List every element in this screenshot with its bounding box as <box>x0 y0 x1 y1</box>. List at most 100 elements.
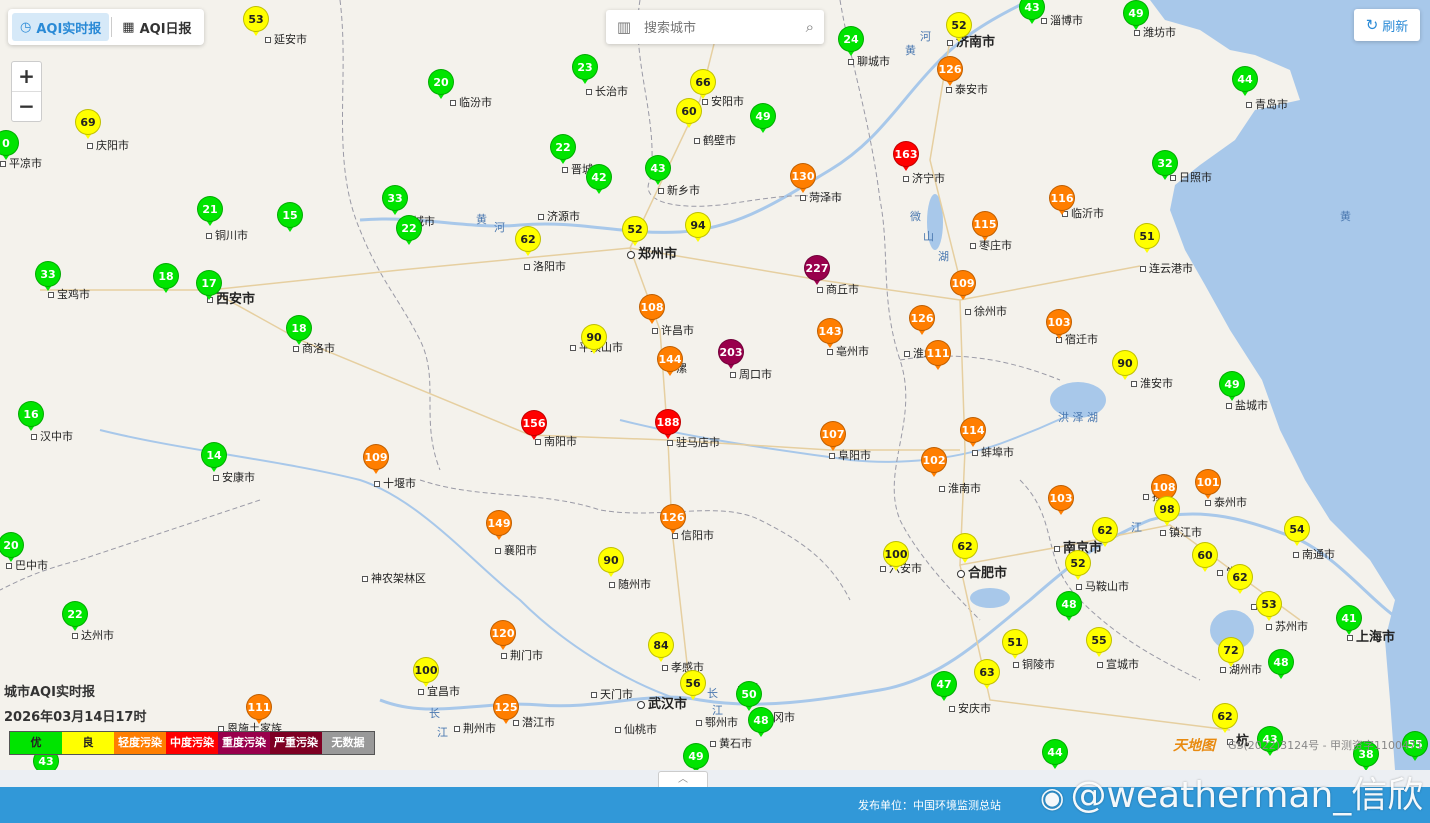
aqi-marker-light[interactable]: 126 <box>660 504 686 538</box>
aqi-marker-excellent[interactable]: 43 <box>1019 0 1045 28</box>
aqi-marker-excellent[interactable]: 48 <box>1056 591 1082 625</box>
aqi-marker-excellent[interactable]: 32 <box>1152 150 1178 184</box>
aqi-marker-excellent[interactable]: 22 <box>550 134 576 168</box>
aqi-marker-excellent[interactable]: 24 <box>838 26 864 60</box>
aqi-marker-good[interactable]: 60 <box>1192 542 1218 576</box>
aqi-marker-excellent[interactable]: 49 <box>750 103 776 137</box>
aqi-marker-good[interactable]: 62 <box>1212 703 1238 737</box>
aqi-value: 62 <box>1227 564 1253 590</box>
aqi-marker-moderate[interactable]: 188 <box>655 409 681 443</box>
aqi-marker-excellent[interactable]: 43 <box>645 155 671 189</box>
aqi-marker-light[interactable]: 109 <box>950 270 976 304</box>
aqi-marker-excellent[interactable]: 22 <box>396 215 422 249</box>
aqi-marker-heavy[interactable]: 227 <box>804 255 830 289</box>
aqi-marker-excellent[interactable]: 16 <box>18 401 44 435</box>
aqi-marker-excellent[interactable]: 20 <box>428 69 454 103</box>
aqi-marker-good[interactable]: 56 <box>680 670 706 704</box>
aqi-marker-excellent[interactable]: 17 <box>196 270 222 304</box>
aqi-marker-excellent[interactable]: 21 <box>197 196 223 230</box>
search-icon[interactable]: ⌕ <box>806 18 814 36</box>
aqi-marker-excellent[interactable]: 18 <box>286 315 312 349</box>
aqi-marker-excellent[interactable]: 49 <box>683 743 709 770</box>
aqi-marker-light[interactable]: 120 <box>490 620 516 654</box>
aqi-marker-light[interactable]: 111 <box>246 694 272 728</box>
city-label: 洛阳市 <box>524 258 566 274</box>
aqi-marker-excellent[interactable]: 14 <box>201 442 227 476</box>
map-canvas[interactable]: 延安市 临汾市 长治市 安阳市 鹤壁市 聊城市 济南市 淄博市 潍坊市 泰安市 青岛市 庆阳市 平凉市晋… <box>0 0 1430 770</box>
aqi-marker-good[interactable]: 84 <box>648 632 674 666</box>
aqi-marker-excellent[interactable]: 0 <box>0 130 19 164</box>
aqi-marker-good[interactable]: 62 <box>952 533 978 567</box>
aqi-value: 42 <box>586 164 612 190</box>
aqi-marker-excellent[interactable]: 23 <box>572 54 598 88</box>
aqi-marker-excellent[interactable]: 44 <box>1232 66 1258 100</box>
aqi-marker-excellent[interactable]: 47 <box>931 671 957 705</box>
aqi-marker-good[interactable]: 62 <box>1092 517 1118 551</box>
tab-aqi-realtime[interactable]: ◷ AQI实时报 <box>12 13 110 41</box>
aqi-marker-excellent[interactable]: 15 <box>277 202 303 236</box>
aqi-marker-light[interactable]: 101 <box>1195 469 1221 503</box>
aqi-marker-excellent[interactable]: 20 <box>0 532 24 566</box>
aqi-marker-good[interactable]: 72 <box>1218 637 1244 671</box>
zoom-in-button[interactable]: + <box>12 62 41 91</box>
aqi-marker-good[interactable]: 90 <box>598 547 624 581</box>
aqi-marker-good[interactable]: 100 <box>883 541 909 575</box>
tab-aqi-daily[interactable]: ▦ AQI日报 <box>114 13 199 41</box>
aqi-marker-good[interactable]: 62 <box>1227 564 1253 598</box>
aqi-marker-good[interactable]: 63 <box>974 659 1000 693</box>
aqi-marker-good[interactable]: 100 <box>413 657 439 691</box>
aqi-marker-good[interactable]: 69 <box>75 109 101 143</box>
aqi-value: 98 <box>1154 496 1180 522</box>
aqi-marker-light[interactable]: 103 <box>1046 309 1072 343</box>
aqi-marker-good[interactable]: 98 <box>1154 496 1180 530</box>
aqi-marker-light[interactable]: 130 <box>790 163 816 197</box>
aqi-marker-light[interactable]: 143 <box>817 318 843 352</box>
aqi-marker-moderate[interactable]: 163 <box>893 141 919 175</box>
aqi-marker-good[interactable]: 60 <box>676 98 702 132</box>
aqi-marker-light[interactable]: 116 <box>1049 185 1075 219</box>
aqi-marker-heavy[interactable]: 203 <box>718 339 744 373</box>
aqi-marker-excellent[interactable]: 49 <box>1219 371 1245 405</box>
aqi-marker-good[interactable]: 62 <box>515 226 541 260</box>
aqi-marker-excellent[interactable]: 48 <box>1268 649 1294 683</box>
aqi-marker-excellent[interactable]: 33 <box>382 185 408 219</box>
aqi-marker-good[interactable]: 94 <box>685 212 711 246</box>
aqi-marker-light[interactable]: 107 <box>820 421 846 455</box>
aqi-marker-light[interactable]: 126 <box>909 305 935 339</box>
aqi-marker-excellent[interactable]: 48 <box>748 707 774 741</box>
aqi-marker-excellent[interactable]: 22 <box>62 601 88 635</box>
aqi-marker-light[interactable]: 111 <box>925 340 951 374</box>
aqi-marker-good[interactable]: 54 <box>1284 516 1310 550</box>
aqi-marker-light[interactable]: 102 <box>921 447 947 481</box>
aqi-marker-moderate[interactable]: 156 <box>521 410 547 444</box>
aqi-marker-good[interactable]: 52 <box>946 12 972 46</box>
aqi-marker-excellent[interactable]: 18 <box>153 263 179 297</box>
aqi-marker-light[interactable]: 149 <box>486 510 512 544</box>
aqi-marker-light[interactable]: 108 <box>639 294 665 328</box>
expand-panel-button[interactable]: ︿ <box>658 771 708 787</box>
aqi-marker-excellent[interactable]: 49 <box>1123 0 1149 34</box>
aqi-marker-good[interactable]: 90 <box>1112 350 1138 384</box>
aqi-marker-light[interactable]: 103 <box>1048 485 1074 519</box>
aqi-marker-good[interactable]: 53 <box>243 6 269 40</box>
refresh-button[interactable]: ↻ 刷新 <box>1354 9 1420 41</box>
aqi-marker-good[interactable]: 52 <box>1065 550 1091 584</box>
aqi-marker-excellent[interactable]: 41 <box>1336 605 1362 639</box>
aqi-marker-light[interactable]: 109 <box>363 444 389 478</box>
aqi-marker-light[interactable]: 114 <box>960 417 986 451</box>
aqi-marker-light[interactable]: 125 <box>493 694 519 728</box>
aqi-marker-good[interactable]: 51 <box>1134 223 1160 257</box>
aqi-marker-excellent[interactable]: 42 <box>586 164 612 198</box>
water-label: 黄 <box>476 213 487 226</box>
zoom-out-button[interactable]: − <box>12 91 41 121</box>
aqi-marker-light[interactable]: 144 <box>657 346 683 380</box>
aqi-marker-good[interactable]: 55 <box>1086 627 1112 661</box>
search-input[interactable] <box>642 18 786 36</box>
aqi-marker-good[interactable]: 53 <box>1256 591 1282 625</box>
aqi-marker-good[interactable]: 52 <box>622 216 648 250</box>
aqi-marker-excellent[interactable]: 33 <box>35 261 61 295</box>
aqi-marker-good[interactable]: 90 <box>581 324 607 358</box>
aqi-marker-light[interactable]: 126 <box>937 56 963 90</box>
aqi-marker-good[interactable]: 51 <box>1002 629 1028 663</box>
aqi-marker-light[interactable]: 115 <box>972 211 998 245</box>
